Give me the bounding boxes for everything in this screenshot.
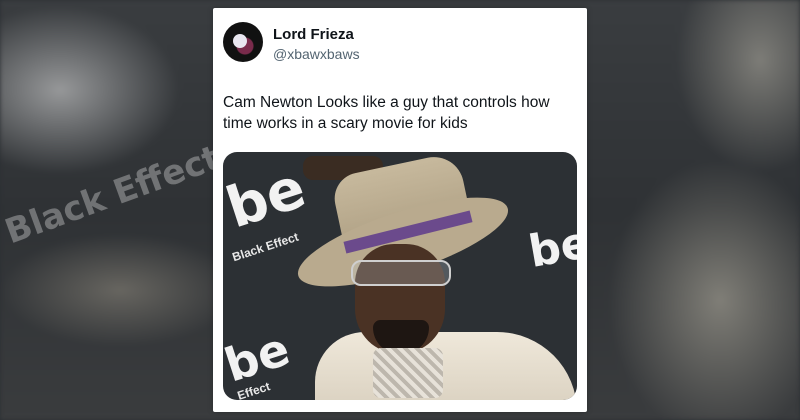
- person-scarf: [373, 348, 443, 398]
- author-handle[interactable]: @xbawxbaws: [273, 46, 360, 62]
- author-display-name[interactable]: Lord Frieza: [273, 26, 354, 43]
- tweet-text: Cam Newton Looks like a guy that control…: [223, 94, 550, 132]
- avatar[interactable]: [223, 22, 263, 62]
- tweet-card: Lord Frieza @xbawxbaws Cam Newton Looks …: [213, 8, 587, 412]
- photo-logo-be: be: [223, 155, 314, 242]
- person-glasses: [351, 260, 451, 286]
- tweet-header: Lord Frieza @xbawxbaws: [223, 22, 577, 72]
- person-coat: [315, 332, 577, 400]
- photo-logo-be-right: be: [525, 217, 577, 278]
- tweet-photo[interactable]: be Black Effect be be Effect: [223, 152, 577, 400]
